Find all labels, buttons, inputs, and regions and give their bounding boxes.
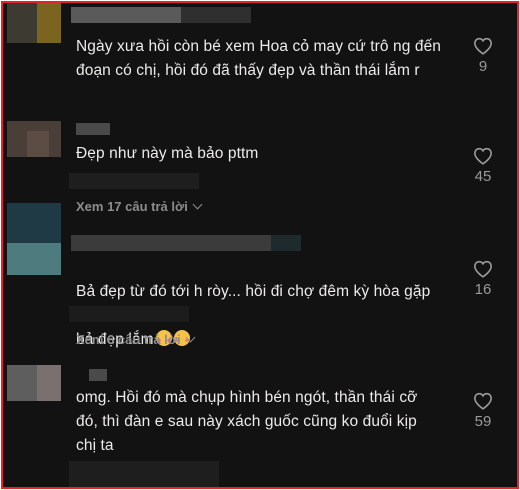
- redacted-block: [69, 173, 199, 189]
- chevron-down-icon: [185, 332, 196, 343]
- like-count: 9: [478, 58, 488, 75]
- comment-text: Ngày xưa hồi còn bé xem Hoa cỏ may cứ tr…: [76, 38, 442, 79]
- username-redacted[interactable]: [89, 369, 107, 381]
- like-button[interactable]: 45: [469, 147, 497, 185]
- view-replies-label: Xem 6 câu trả lời: [76, 332, 181, 347]
- view-replies-button[interactable]: Xem 17 câu trả lời: [76, 199, 203, 214]
- username-redacted[interactable]: [71, 235, 271, 251]
- comment-list: Ngày xưa hồi còn bé xem Hoa cỏ may cứ tr…: [1, 1, 519, 489]
- like-count: 59: [474, 413, 492, 430]
- avatar[interactable]: [7, 121, 61, 157]
- username-redacted: [181, 7, 251, 23]
- redacted-block: [69, 306, 189, 322]
- like-button[interactable]: 9: [469, 37, 497, 75]
- username-redacted[interactable]: [76, 123, 110, 135]
- username-redacted: [271, 235, 301, 251]
- like-count: 16: [474, 281, 492, 298]
- avatar[interactable]: [7, 3, 61, 43]
- like-button[interactable]: 16: [469, 260, 497, 298]
- heart-outline-icon: [473, 260, 493, 278]
- chevron-down-icon: [192, 199, 203, 210]
- heart-outline-icon: [473, 147, 493, 165]
- view-replies-label: Xem 17 câu trả lời: [76, 199, 188, 214]
- comment-text: Đẹp như này mà bảo pttm: [76, 145, 259, 162]
- username-redacted[interactable]: [71, 7, 181, 23]
- like-count: 45: [474, 168, 492, 185]
- comment-text-line: Bả đẹp từ đó tới h ròy... hồi đi chợ đêm…: [76, 283, 431, 300]
- comment-text: omg. Hồi đó mà chụp hình bén ngót, thần …: [76, 389, 418, 454]
- heart-outline-icon: [473, 37, 493, 55]
- like-button[interactable]: 59: [469, 392, 497, 430]
- view-replies-button[interactable]: Xem 6 câu trả lời: [76, 332, 196, 347]
- redacted-block: [69, 461, 219, 487]
- heart-outline-icon: [473, 392, 493, 410]
- avatar[interactable]: [7, 203, 61, 275]
- avatar[interactable]: [7, 365, 61, 401]
